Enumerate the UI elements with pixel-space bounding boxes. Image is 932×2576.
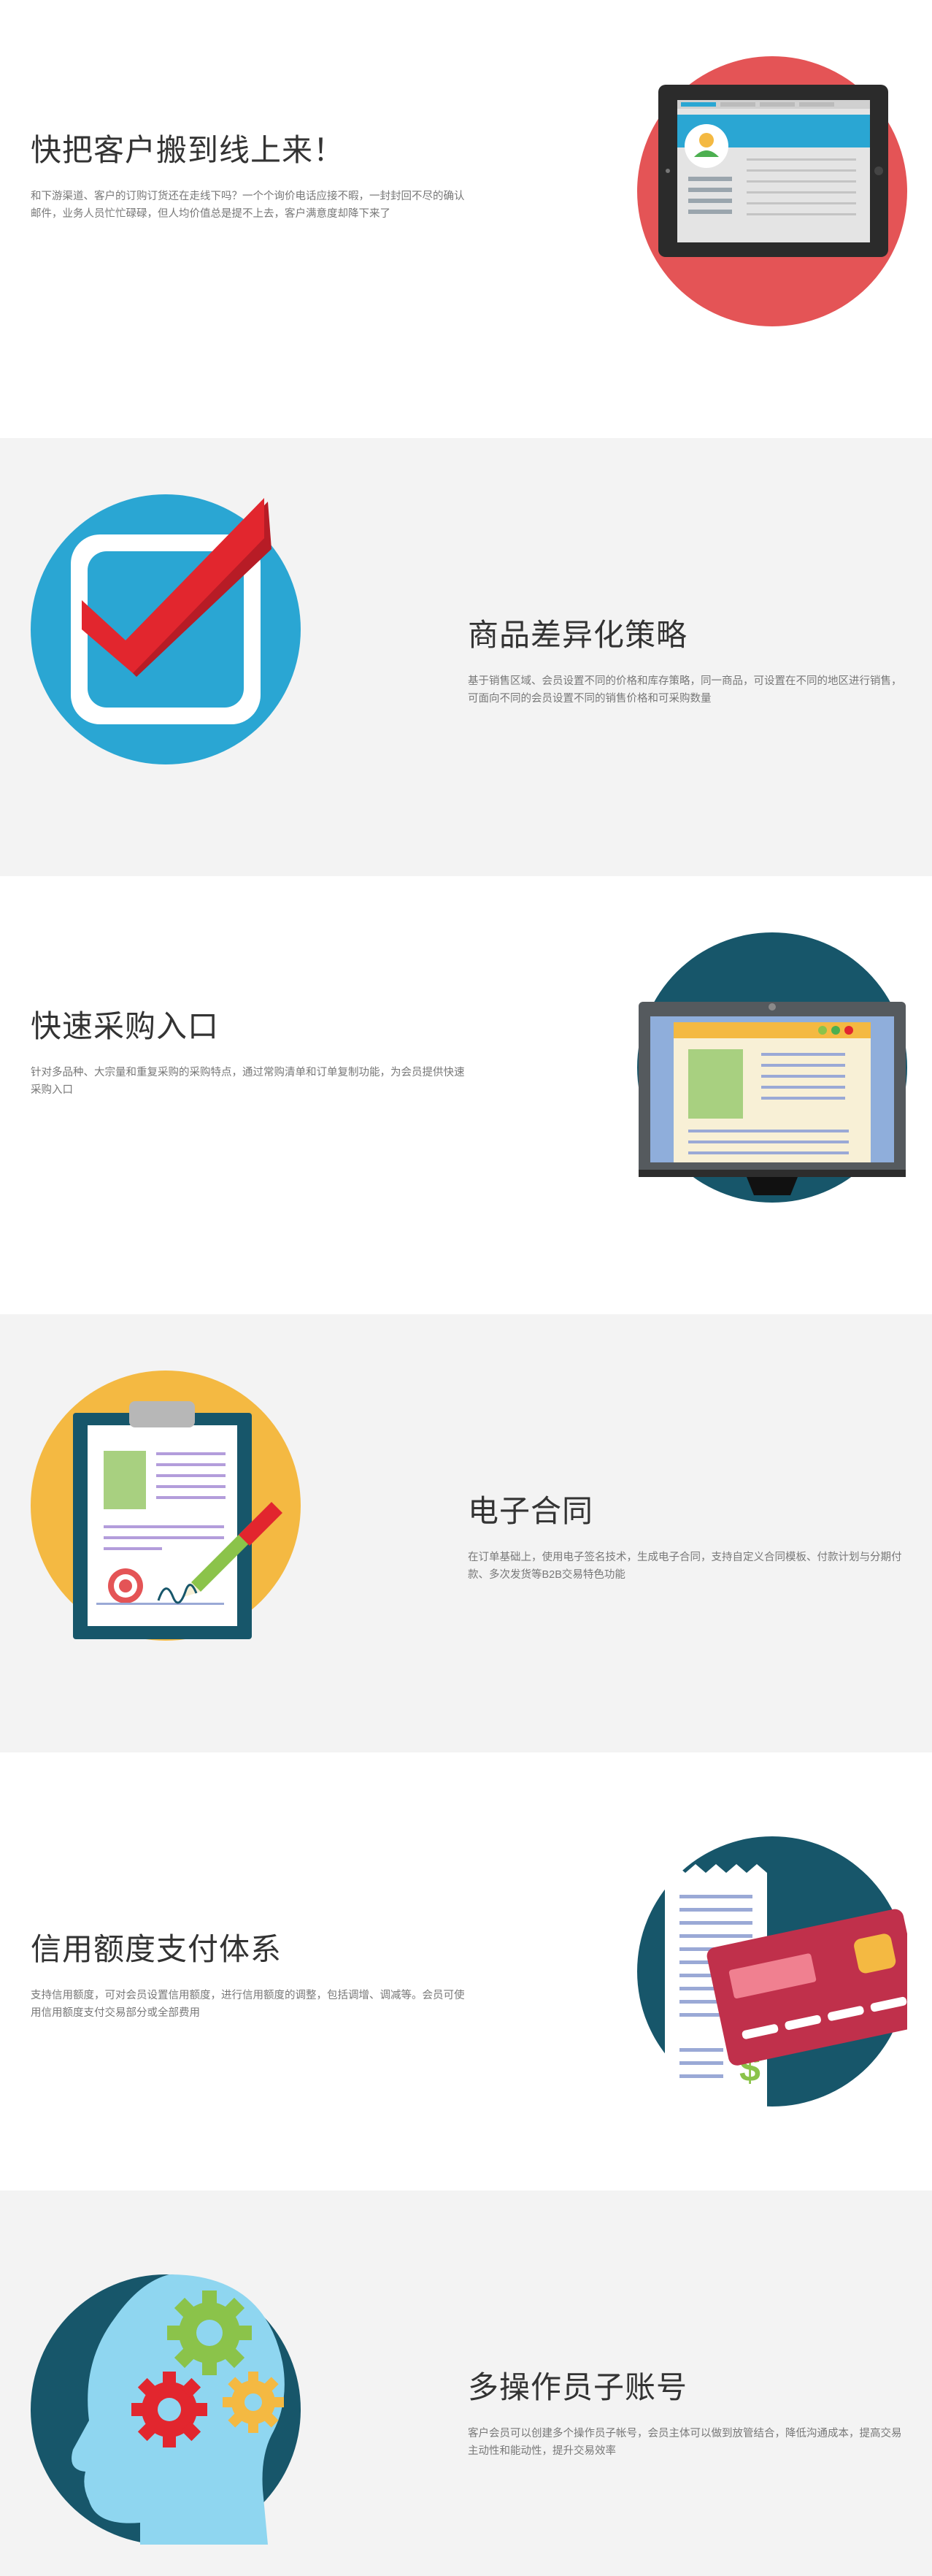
feature-description: 针对多品种、大宗量和重复采购的采购特点，通过常购清单和订单复制功能，为会员提供快… [31,1067,465,1096]
clipboard-contract-icon [31,1371,301,1641]
feature-section-sub-accounts: 多操作员子账号 客户会员可以创建多个操作员子帐号，会员主体可以做到放管结合，降低… [0,2190,932,2576]
feature-text: 信用额度支付体系 支持信用额度，可对会员设置信用额度，进行信用额度的调整，包括调… [31,1925,469,2022]
feature-title: 多操作员子账号 [468,2370,688,2404]
feature-title: 快速采购入口 [31,1009,220,1043]
feature-title: 商品差异化策略 [468,618,688,652]
monitor-icon [637,932,907,1203]
feature-section-credit: 信用额度支付体系 支持信用额度，可对会员设置信用额度，进行信用额度的调整，包括调… [0,1752,932,2190]
feature-text: 多操作员子账号 客户会员可以创建多个操作员子帐号，会员主体可以做到放管结合，降低… [468,2363,906,2460]
feature-text: 快把客户搬到线上来！ 和下游渠道、客户的订购订货还在走线下吗？一个个询价电话应接… [31,126,469,223]
feature-description: 基于销售区域、会员设置不同的价格和库存策略，同一商品，可设置在不同的地区进行销售… [468,675,902,705]
feature-text: 商品差异化策略 基于销售区域、会员设置不同的价格和库存策略，同一商品，可设置在不… [468,610,906,708]
feature-text: 快速采购入口 针对多品种、大宗量和重复采购的采购特点，通过常购清单和订单复制功能… [31,1002,469,1099]
head-gears-icon [31,2274,301,2545]
checkbox-checkmark-icon [31,494,301,764]
feature-description: 支持信用额度，可对会员设置信用额度，进行信用额度的调整，包括调增、调减等。会员可… [31,1990,465,2019]
feature-section-pricing: 商品差异化策略 基于销售区域、会员设置不同的价格和库存策略，同一商品，可设置在不… [0,438,932,876]
feature-section-online: 快把客户搬到线上来！ 和下游渠道、客户的订购订货还在走线下吗？一个个询价电话应接… [0,0,932,438]
feature-description: 在订单基础上，使用电子签名技术，生成电子合同，支持自定义合同模板、付款计划与分期… [468,1552,902,1581]
feature-title: 信用额度支付体系 [31,1932,282,1966]
feature-section-e-contract: 电子合同 在订单基础上，使用电子签名技术，生成电子合同，支持自定义合同模板、付款… [0,1314,932,1752]
feature-text: 电子合同 在订单基础上，使用电子签名技术，生成电子合同，支持自定义合同模板、付款… [468,1487,906,1584]
credit-card-receipt-icon: $ [637,1836,907,2107]
feature-description: 和下游渠道、客户的订购订货还在走线下吗？一个个询价电话应接不暇，一封封回不尽的确… [31,191,465,220]
feature-section-quick-purchase: 快速采购入口 针对多品种、大宗量和重复采购的采购特点，通过常购清单和订单复制功能… [0,876,932,1314]
feature-description: 客户会员可以创建多个操作员子帐号，会员主体可以做到放管结合，降低沟通成本，提高交… [468,2428,902,2457]
feature-title: 快把客户搬到线上来！ [31,133,345,167]
feature-title: 电子合同 [468,1494,594,1528]
tablet-icon [637,56,907,326]
